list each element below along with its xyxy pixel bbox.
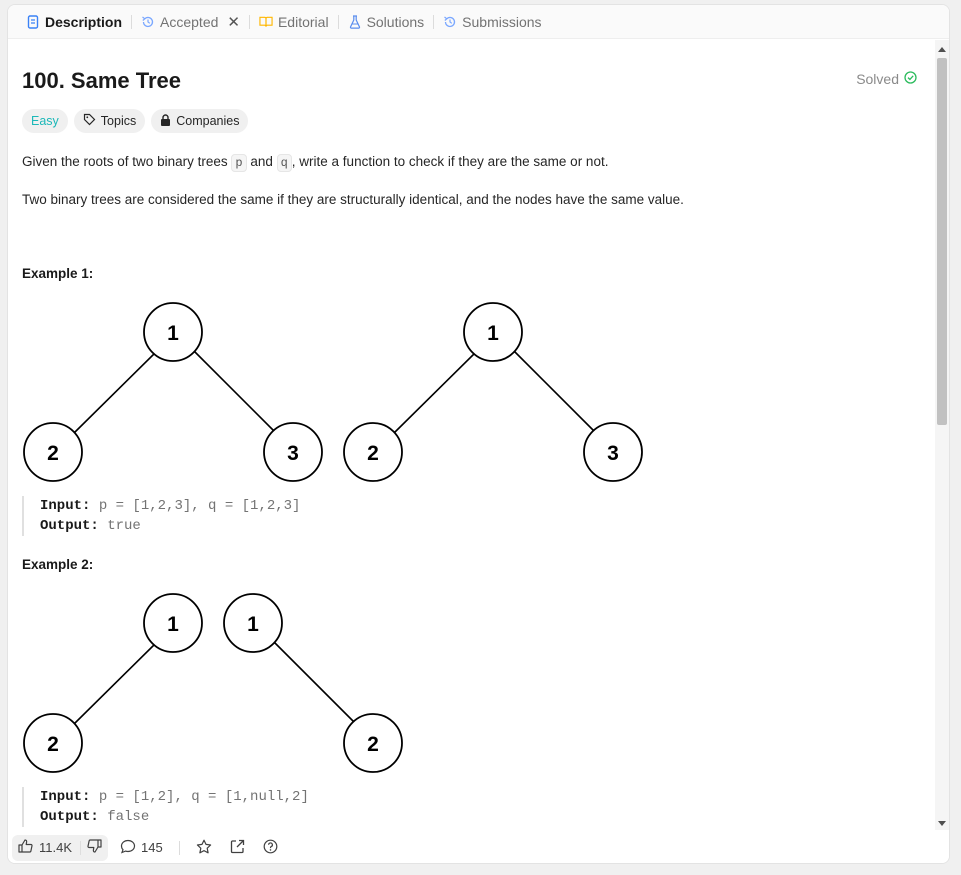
tree-edge xyxy=(513,350,597,434)
tree-edge xyxy=(273,641,357,725)
inline-code-q: q xyxy=(276,154,292,172)
output-value: false xyxy=(107,809,150,825)
tab-description[interactable]: Description xyxy=(17,5,131,39)
tab-label: Solutions xyxy=(366,13,425,30)
tree-node-label: 2 xyxy=(47,733,59,756)
tree-node-label: 1 xyxy=(487,322,499,345)
help-button[interactable] xyxy=(257,835,284,861)
history-icon xyxy=(443,15,457,29)
document-icon xyxy=(26,14,40,29)
thumbs-down-icon xyxy=(87,839,102,856)
example-2-io: Input: p = [1,2], q = [1,null,2] Output:… xyxy=(22,787,309,827)
tag-icon xyxy=(83,113,96,129)
comment-icon xyxy=(120,839,136,857)
example-2-input: Input: p = [1,2], q = [1,null,2] xyxy=(40,787,309,807)
favorite-button[interactable] xyxy=(190,835,218,861)
question-circle-icon xyxy=(263,839,278,857)
tag-row: Easy Topics Companies xyxy=(22,109,249,133)
thumbs-up-icon xyxy=(18,839,33,856)
output-value: true xyxy=(107,518,141,534)
tree-node-label: 2 xyxy=(367,442,379,465)
input-label: Input: xyxy=(40,789,91,805)
description-content: 100. Same Tree Solved Easy Topics Compan… xyxy=(8,40,937,830)
like-count: 11.4K xyxy=(39,840,73,855)
tree-node-label: 3 xyxy=(607,442,619,465)
star-icon xyxy=(196,839,212,857)
example-1-trees: 1 2 3 1 2 3 xyxy=(23,302,643,482)
tree-node-label: 1 xyxy=(247,613,259,636)
solved-status: Solved xyxy=(856,71,917,87)
tab-accepted[interactable]: Accepted ✕ xyxy=(132,5,249,39)
topics-label: Topics xyxy=(100,114,137,128)
dislike-button[interactable] xyxy=(80,839,108,856)
like-dislike-group: 11.4K xyxy=(12,834,109,861)
close-icon[interactable]: ✕ xyxy=(227,13,240,31)
difficulty-badge: Easy xyxy=(22,109,68,133)
external-link-icon xyxy=(230,839,245,857)
description-paragraph-2: Two binary trees are considered the same… xyxy=(22,192,684,207)
tab-label: Accepted xyxy=(160,13,219,30)
solved-label: Solved xyxy=(856,71,899,87)
tab-label: Description xyxy=(45,13,123,30)
example-1-io: Input: p = [1,2,3], q = [1,2,3] Output: … xyxy=(22,496,300,536)
share-button[interactable] xyxy=(224,835,251,861)
tree-node-label: 1 xyxy=(167,613,179,636)
tab-bar: Description Accepted ✕ Editorial Solutio… xyxy=(8,5,949,39)
input-label: Input: xyxy=(40,498,91,514)
description-paragraph-1: Given the roots of two binary trees p an… xyxy=(22,154,609,172)
companies-label: Companies xyxy=(176,114,240,128)
scroll-down-arrow-icon[interactable] xyxy=(938,821,946,826)
example-1-output: Output: true xyxy=(40,516,300,536)
companies-button[interactable]: Companies xyxy=(151,109,249,133)
example-1-title: Example 1: xyxy=(22,266,94,281)
tree-edge xyxy=(73,350,158,434)
tree-edge xyxy=(193,350,277,434)
problem-panel: Description Accepted ✕ Editorial Solutio… xyxy=(7,4,950,864)
scroll-up-arrow-icon[interactable] xyxy=(938,47,946,52)
tree-edge xyxy=(393,350,478,434)
tree-edge xyxy=(73,641,158,725)
example-2-title: Example 2: xyxy=(22,557,94,572)
input-value: p = [1,2,3], q = [1,2,3] xyxy=(98,498,301,514)
footer-bar: 11.4K 145 xyxy=(8,830,949,863)
check-circle-icon xyxy=(904,71,917,87)
tree-node-label: 2 xyxy=(367,733,379,756)
example-1-input: Input: p = [1,2,3], q = [1,2,3] xyxy=(40,496,300,516)
flask-icon xyxy=(348,14,362,29)
inline-code-p: p xyxy=(231,154,247,172)
tab-label: Editorial xyxy=(277,13,329,30)
lock-icon xyxy=(160,113,171,129)
scrollbar-thumb[interactable] xyxy=(937,58,947,425)
tab-label: Submissions xyxy=(462,13,542,30)
book-icon xyxy=(259,15,273,29)
desc-text: Given the roots of two binary trees xyxy=(22,154,232,169)
tab-editorial[interactable]: Editorial xyxy=(250,5,338,39)
vertical-scrollbar[interactable] xyxy=(935,40,949,830)
comments-button[interactable]: 145 xyxy=(114,835,169,861)
output-label: Output: xyxy=(40,518,99,534)
history-icon xyxy=(141,15,155,29)
problem-title: 100. Same Tree xyxy=(22,68,182,93)
tree-node-label: 1 xyxy=(167,322,179,345)
output-label: Output: xyxy=(40,809,99,825)
footer-divider xyxy=(178,840,180,855)
example-2-output: Output: false xyxy=(40,807,309,827)
tree-node-label: 3 xyxy=(287,442,299,465)
desc-text: and xyxy=(246,154,277,169)
desc-text: , write a function to check if they are … xyxy=(291,154,609,169)
tab-submissions[interactable]: Submissions xyxy=(434,5,550,39)
input-value: p = [1,2], q = [1,null,2] xyxy=(98,789,309,805)
example-2-trees: 1 2 1 2 xyxy=(23,593,403,773)
like-button[interactable]: 11.4K xyxy=(18,839,80,856)
tree-node-label: 2 xyxy=(47,442,59,465)
topics-button[interactable]: Topics xyxy=(73,109,146,133)
tab-solutions[interactable]: Solutions xyxy=(339,5,434,39)
comment-count: 145 xyxy=(141,840,163,855)
